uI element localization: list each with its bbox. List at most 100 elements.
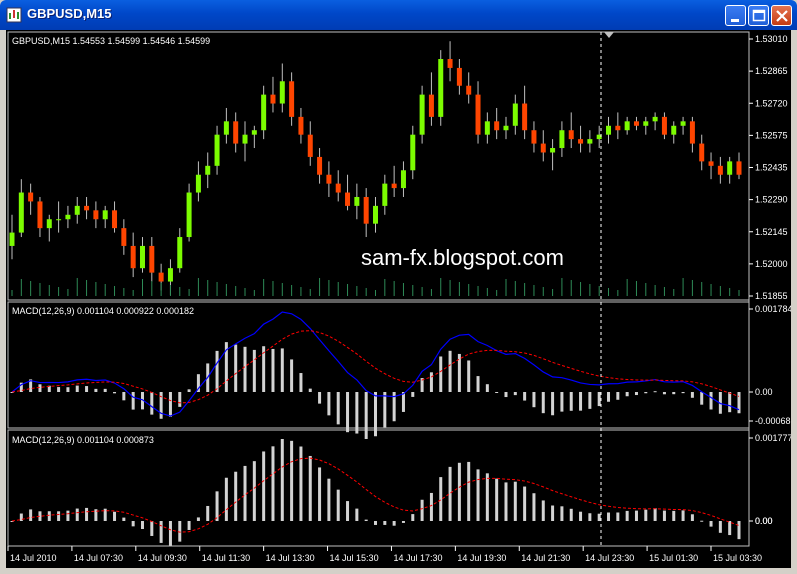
time-tick-label: 14 Jul 19:30 xyxy=(457,553,506,563)
macd1-tick-label: -0.00068 xyxy=(755,416,791,426)
macd2-histogram-bar xyxy=(513,481,517,521)
macd1-histogram-bar xyxy=(532,392,536,408)
candle-body xyxy=(9,232,15,246)
macd1-histogram-bar xyxy=(327,392,331,416)
macd2-histogram-bar xyxy=(336,489,340,521)
macd1-histogram-bar xyxy=(495,392,499,393)
candle-body xyxy=(223,121,229,135)
macd1-histogram-bar xyxy=(513,392,517,396)
price-tick-label: 1.52575 xyxy=(755,130,788,140)
candle-body xyxy=(261,94,267,131)
macd2-histogram-bar xyxy=(131,521,135,527)
macd1-histogram-bar xyxy=(131,392,135,410)
macd2-histogram-bar xyxy=(607,512,611,521)
shift-marker xyxy=(604,32,614,38)
macd1-histogram-bar xyxy=(150,392,154,415)
macd1-histogram-bar xyxy=(57,387,61,392)
macd1-histogram-bar xyxy=(728,392,732,413)
macd2-histogram-bar xyxy=(57,511,61,521)
candle-body xyxy=(624,121,630,131)
macd1-histogram-bar xyxy=(709,392,713,410)
macd2-histogram-bar xyxy=(318,467,322,521)
price-tick-label: 1.51855 xyxy=(755,291,788,301)
macd1-histogram-bar xyxy=(448,350,452,392)
macd2-histogram-bar xyxy=(299,446,303,521)
macd1-histogram-bar xyxy=(364,392,368,439)
chart-canvas[interactable]: 1.53010 1.52865 1.52720 1.52575 1.52435 1.522… xyxy=(6,30,791,568)
macd1-histogram-bar xyxy=(476,376,480,392)
candle-body xyxy=(363,196,369,224)
macd1-histogram-bar xyxy=(616,392,620,400)
macd1-histogram-bar xyxy=(374,392,377,437)
macd2-histogram-bar xyxy=(523,486,527,521)
macd1-histogram-bar xyxy=(607,392,611,402)
minimize-icon xyxy=(731,19,739,22)
candle-body xyxy=(531,130,537,144)
candle-body xyxy=(708,161,714,166)
chart-area[interactable]: 1.53010 1.52865 1.52720 1.52575 1.52435 1.522… xyxy=(6,30,791,568)
candle-body xyxy=(251,130,257,135)
candle-body xyxy=(18,192,24,233)
candle-body xyxy=(186,192,192,238)
candle-body xyxy=(93,210,99,220)
macd2-histogram-bar xyxy=(401,521,405,523)
macd2-histogram-bar xyxy=(224,477,228,521)
macd2-histogram-bar xyxy=(597,513,601,521)
macd1-histogram-bar xyxy=(560,392,564,412)
candle-body xyxy=(233,121,239,144)
macd2-histogram-bar xyxy=(234,471,238,521)
macd1-histogram-bar xyxy=(187,389,191,392)
candle-body xyxy=(214,134,220,166)
macd2-histogram-bar xyxy=(653,508,657,521)
candle-body xyxy=(522,103,528,131)
candle-body xyxy=(736,161,742,175)
macd1-histogram-bar xyxy=(411,392,415,397)
candle-body xyxy=(400,170,406,189)
macd2-histogram-bar xyxy=(429,492,433,521)
candle-body xyxy=(345,192,351,206)
time-tick-label: 15 Jul 01:30 xyxy=(649,553,698,563)
macd1-histogram-bar xyxy=(541,392,545,414)
candle-body xyxy=(298,116,304,135)
maximize-button[interactable] xyxy=(748,5,769,26)
candle-body xyxy=(195,174,201,193)
candle-body xyxy=(121,228,127,246)
macd1-tick-label: 0.001784 xyxy=(755,304,791,314)
macd2-histogram-bar xyxy=(187,521,191,530)
macd2-histogram-bar xyxy=(327,478,331,521)
candle-body xyxy=(615,125,621,131)
macd2-histogram-bar xyxy=(75,508,79,521)
time-tick-label: 14 Jul 2010 xyxy=(10,553,57,563)
candle-body xyxy=(130,245,136,269)
close-button[interactable] xyxy=(771,5,792,26)
watermark-text: sam-fx.blogspot.com xyxy=(361,245,564,270)
candle-body xyxy=(373,205,378,224)
price-tick-label: 1.52720 xyxy=(755,98,788,108)
macd2-histogram-bar xyxy=(392,521,396,526)
candle-body xyxy=(727,161,733,175)
candle-body xyxy=(56,219,62,221)
macd2-histogram-bar xyxy=(420,499,424,521)
macd1-histogram-bar xyxy=(625,392,629,397)
macd2-histogram-bar xyxy=(308,455,312,521)
candle-body xyxy=(65,214,71,220)
macd2-panel-label: MACD(12,26,9) 0.001104 0.000873 xyxy=(12,435,154,445)
candle-body xyxy=(419,94,425,135)
candle-body xyxy=(112,210,118,229)
macd2-histogram-bar xyxy=(355,508,359,521)
price-tick-label: 1.52435 xyxy=(755,163,788,173)
macd1-histogram-bar xyxy=(243,346,247,392)
macd1-histogram-bar xyxy=(168,392,172,417)
candle-body xyxy=(484,121,490,135)
candle-body xyxy=(391,183,397,189)
title-bar[interactable]: GBPUSD,M15 xyxy=(0,0,797,30)
macd1-histogram-bar xyxy=(252,349,256,392)
macd2-histogram-bar xyxy=(243,465,247,521)
minimize-button[interactable] xyxy=(725,5,746,26)
macd2-histogram-bar xyxy=(140,521,144,530)
candle-body xyxy=(568,130,574,140)
macd2-histogram-bar xyxy=(290,440,294,521)
candle-body xyxy=(242,134,248,144)
candle-body xyxy=(428,94,434,117)
macd2-histogram-bar xyxy=(280,439,284,521)
